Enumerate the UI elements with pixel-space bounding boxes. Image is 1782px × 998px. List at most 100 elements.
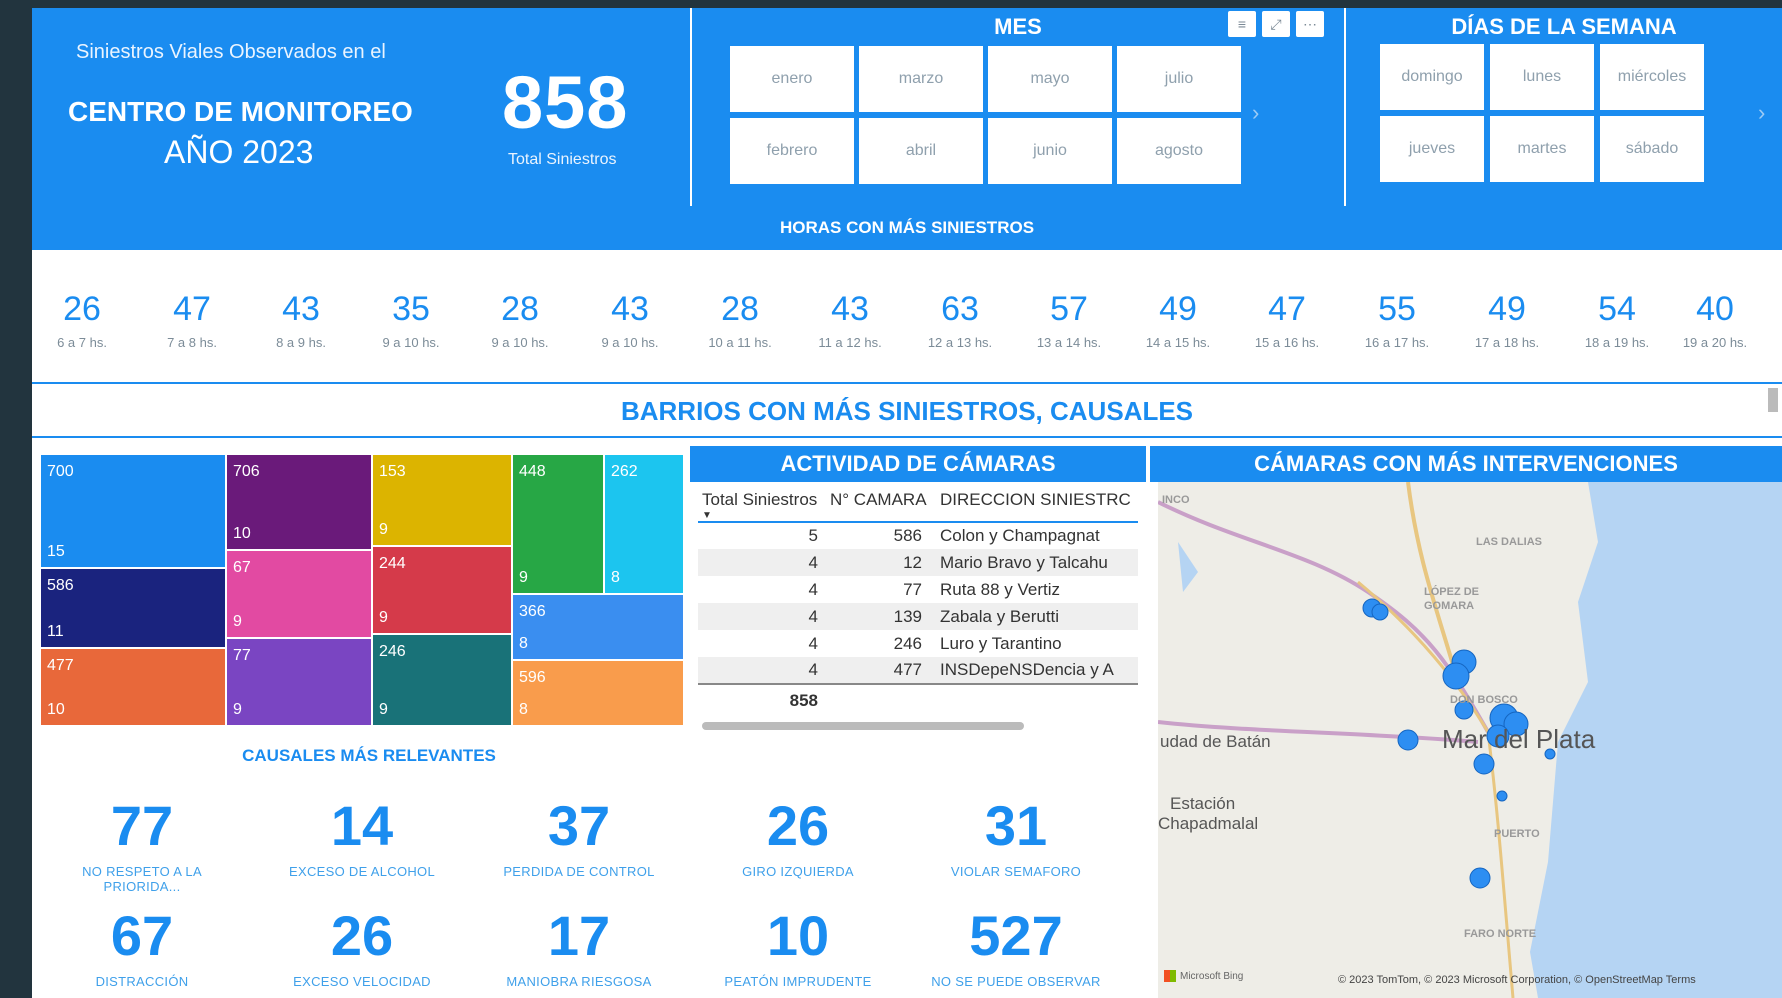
chevron-right-icon[interactable]: › [1252, 100, 1259, 126]
hour-label: 7 a 8 hs. [167, 335, 217, 350]
table-row[interactable]: 4 246 Luro y Tarantino [698, 630, 1138, 657]
tile-top-value: 366 [519, 603, 546, 620]
treemap-tile[interactable]: 262 8 [604, 454, 684, 594]
camera-marker[interactable] [1442, 662, 1470, 690]
tile-top-value: 153 [379, 463, 406, 480]
cell: 77 [903, 579, 922, 599]
causal-value: 14 [330, 794, 394, 857]
camera-marker[interactable] [1473, 753, 1495, 775]
col-header[interactable]: DIRECCION SINIESTRC [936, 482, 1138, 522]
month-button[interactable]: julio [1117, 46, 1241, 112]
hour-value: 63 [941, 290, 979, 328]
microsoft-icon [1164, 970, 1176, 982]
chevron-right-icon[interactable]: › [1758, 100, 1765, 126]
hour-label: 18 a 19 hs. [1584, 335, 1650, 350]
causal-label: EXCESO VELOCIDAD [293, 974, 431, 989]
treemap-tile[interactable]: 366 8 [512, 594, 684, 660]
horizontal-scrollbar[interactable] [702, 722, 1024, 730]
map-attribution[interactable]: © 2023 TomTom, © 2023 Microsoft Corporat… [1338, 974, 1696, 986]
barrios-heading: BARRIOS CON MÁS SINIESTROS, CAUSALES [620, 396, 1194, 426]
table-row[interactable]: 4 12 Mario Bravo y Talcahu [698, 549, 1138, 576]
map-city-label: Mar del Plata [1442, 724, 1596, 754]
camera-marker[interactable] [1469, 867, 1491, 889]
hour-value: 49 [1159, 290, 1197, 328]
scrollbar-thumb[interactable] [1768, 388, 1778, 412]
month-button[interactable]: abril [859, 118, 983, 184]
tile-bottom-value: 8 [519, 635, 528, 652]
causal-label: PERDIDA DE CONTROL [503, 864, 655, 879]
month-button[interactable]: mayo [988, 46, 1112, 112]
treemap-tile[interactable]: 700 15 [40, 454, 226, 568]
hour-label: 19 a 20 hs. [1682, 335, 1748, 350]
focus-icon[interactable]: ⤢ [1262, 11, 1290, 37]
tile-top-value: 706 [233, 463, 260, 480]
tile-bottom-value: 15 [47, 543, 65, 560]
treemap-tile[interactable]: 244 9 [372, 546, 512, 634]
cell: Colon y Champagnat [940, 526, 1100, 545]
causal-label: NO RESPETO A LA PRIORIDA... [82, 864, 202, 894]
day-button[interactable]: sábado [1600, 116, 1704, 182]
table-row[interactable]: 4 477 INSDepeNSDencia y A [698, 657, 1138, 684]
month-button[interactable]: marzo [859, 46, 983, 112]
day-button[interactable]: domingo [1380, 44, 1484, 110]
cell: 5 [808, 526, 818, 545]
total-row: 858 [698, 684, 1138, 716]
table-row[interactable]: 4 139 Zabala y Berutti [698, 603, 1138, 630]
treemap-tile[interactable]: 586 11 [40, 568, 226, 648]
cell: 4 [808, 633, 818, 653]
causal-value: 67 [110, 904, 174, 967]
treemap-tile[interactable]: 477 10 [40, 648, 226, 726]
hour-card: 49 14 a 15 hs. [1128, 290, 1228, 350]
title-year: AÑO 2023 [164, 134, 314, 170]
table-row[interactable]: 4 77 Ruta 88 y Vertiz [698, 576, 1138, 603]
hour-card: 49 17 a 18 hs. [1457, 290, 1557, 350]
tile-bottom-value: 11 [47, 623, 64, 640]
causal-value: 26 [330, 904, 394, 967]
treemap-tile[interactable]: 448 9 [512, 454, 604, 594]
hour-value: 43 [831, 290, 869, 328]
tile-top-value: 246 [379, 643, 406, 660]
treemap-tile[interactable]: 67 9 [226, 550, 372, 638]
hour-label: 16 a 17 hs. [1364, 335, 1430, 350]
month-button[interactable]: enero [730, 46, 854, 112]
total-kpi-value: 858 [502, 61, 629, 144]
camera-marker[interactable] [1397, 729, 1419, 751]
camera-marker[interactable] [1496, 790, 1508, 802]
day-button[interactable]: miércoles [1600, 44, 1704, 110]
hour-label: 11 a 12 hs. [818, 335, 882, 350]
day-button[interactable]: jueves [1380, 116, 1484, 182]
more-icon[interactable]: ⋯ [1296, 11, 1324, 37]
month-button[interactable]: agosto [1117, 118, 1241, 184]
col-header[interactable]: Total Siniestros ▼ [698, 482, 826, 522]
total-kpi-label: Total Siniestros [508, 151, 617, 168]
hour-card: 43 9 a 10 hs. [580, 290, 680, 350]
day-button[interactable]: martes [1490, 116, 1594, 182]
treemap-tile[interactable]: 246 9 [372, 634, 512, 726]
tile-top-value: 477 [47, 657, 74, 674]
filter-icon[interactable]: ≡ [1228, 11, 1256, 37]
cell: 477 [826, 657, 936, 684]
day-button[interactable]: lunes [1490, 44, 1594, 110]
tile-top-value: 448 [519, 463, 546, 480]
hour-card: 28 9 a 10 hs. [470, 290, 570, 350]
actividad-heading: ACTIVIDAD DE CÁMARAS [690, 446, 1146, 482]
treemap-tile[interactable]: 596 8 [512, 660, 684, 726]
hour-card: 35 9 a 10 hs. [361, 290, 461, 350]
table-row[interactable]: 5 586 Colon y Champagnat [698, 522, 1138, 549]
cell: 586 [893, 526, 922, 545]
month-button[interactable]: febrero [730, 118, 854, 184]
month-button[interactable]: junio [988, 118, 1112, 184]
hour-card: 54 18 a 19 hs. [1567, 290, 1667, 350]
causal-card: 26 EXCESO VELOCIDAD [262, 904, 462, 990]
camera-marker[interactable] [1371, 603, 1389, 621]
sort-desc-icon[interactable]: ▼ [702, 510, 822, 521]
col-header[interactable]: N° CAMARA [826, 482, 936, 522]
treemap-tile[interactable]: 153 9 [372, 454, 512, 546]
treemap-tile[interactable]: 77 9 [226, 638, 372, 726]
treemap-tile[interactable]: 706 10 [226, 454, 372, 550]
hour-label: 13 a 14 hs. [1036, 335, 1102, 350]
camaras-map[interactable]: INCO LAS DALIAS LÓPEZ DE GOMARA DON BOSC… [1158, 482, 1782, 998]
tile-top-value: 586 [47, 577, 74, 594]
tile-top-value: 244 [379, 555, 406, 572]
causal-label: GIRO IZQUIERDA [742, 864, 854, 879]
